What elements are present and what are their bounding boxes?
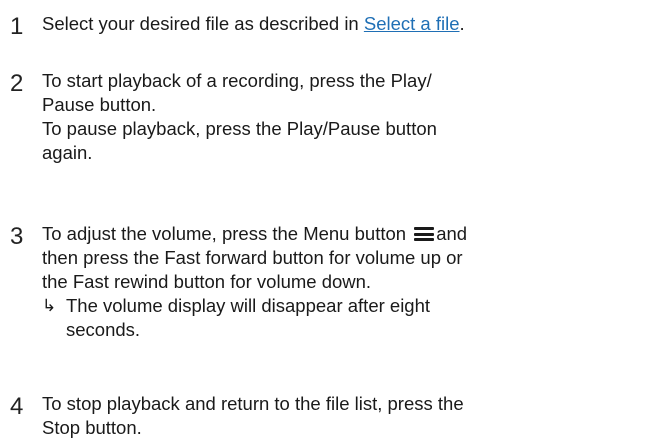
step-text-part: . [459,13,465,34]
step-line: then press the Fast forward button for v… [42,247,463,268]
step-number: 3 [10,223,24,250]
step-line: Pause button. [42,94,157,115]
step-text: To adjust the volume, press the Menu but… [42,222,641,342]
step-result: ↳ The volume display will disappear afte… [42,294,641,342]
step-line: To adjust the volume, press the Menu but… [42,223,407,244]
step-number: 4 [10,393,24,420]
select-a-file-link[interactable]: Select a file [364,13,460,34]
step-text: Select your desired file as described in… [42,12,641,36]
step-text-part: Select your desired file as described in [42,13,364,34]
step-line: To stop playback and return to the file … [42,393,464,414]
step-number: 2 [10,70,24,97]
step-line: To start playback of a recording, press … [42,70,432,91]
step-line: and [436,223,468,244]
step-line: To pause playback, press the Play/Pause … [42,118,437,139]
result-line: seconds. [66,319,141,340]
step-number: 1 [10,13,24,40]
step-text: To start playback of a recording, press … [42,69,641,165]
step-text: To stop playback and return to the file … [42,392,641,440]
menu-icon [414,227,435,241]
instruction-page: 1 Select your desired file as described … [0,0,645,444]
step-line: Stop button. [42,417,142,438]
result-arrow-icon: ↳ [42,296,57,315]
result-line: The volume display will disappear after … [66,295,431,316]
step-line: the Fast rewind button for volume down. [42,271,372,292]
step-line: again. [42,142,93,163]
